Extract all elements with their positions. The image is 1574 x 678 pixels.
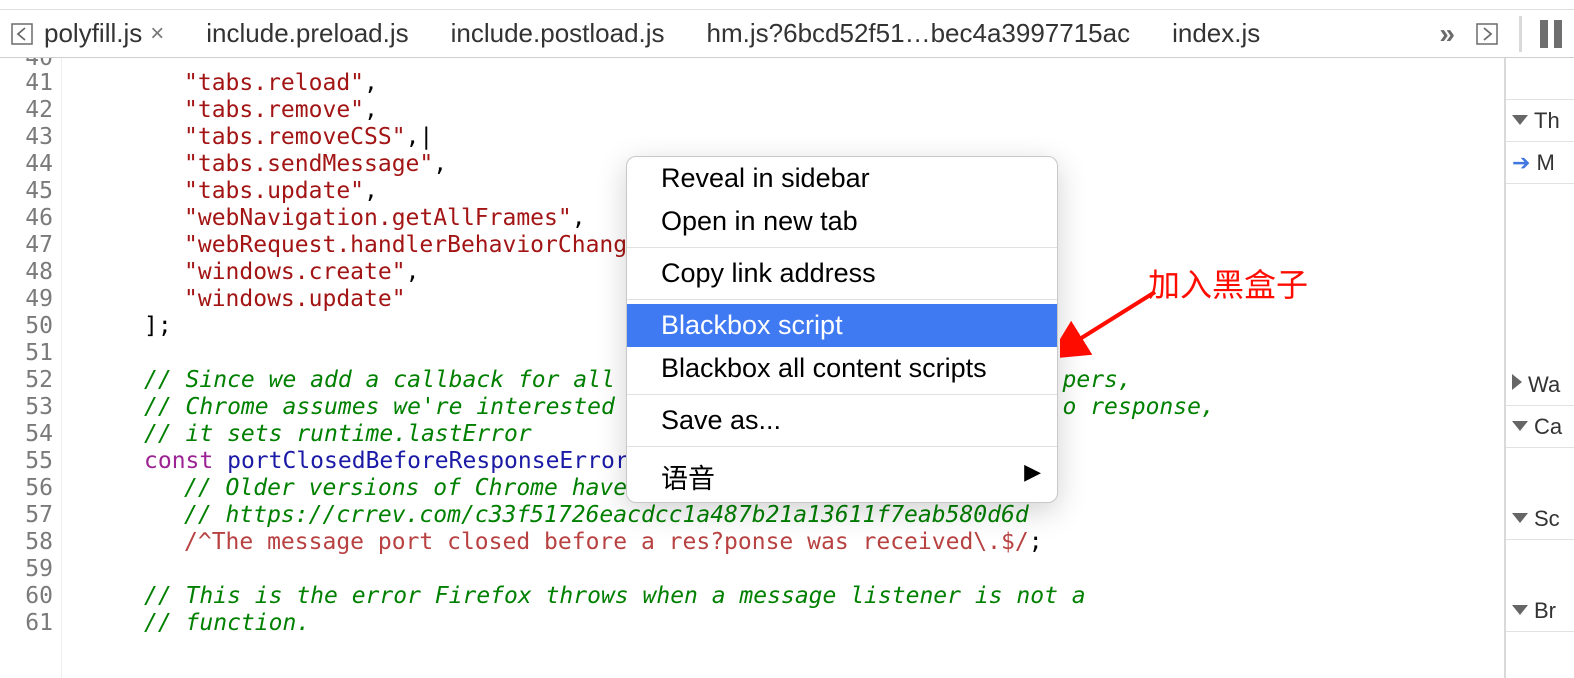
- callstack-pane[interactable]: Ca: [1506, 406, 1574, 448]
- context-menu-item[interactable]: 语音▶: [627, 451, 1057, 502]
- devtools-tabs: Network Performance Memory Application S…: [0, 0, 1574, 10]
- more-tabs-icon[interactable]: »: [1439, 18, 1455, 50]
- context-menu-item[interactable]: Reveal in sidebar: [627, 157, 1057, 200]
- scope-pane[interactable]: Sc: [1506, 498, 1574, 540]
- breakpoints-pane[interactable]: Br: [1506, 590, 1574, 632]
- file-tab-label: hm.js?6bcd52f51…bec4a3997715ac: [707, 18, 1131, 49]
- line-gutter: 4041424344454647484950515253545556575859…: [0, 58, 62, 678]
- context-menu: Reveal in sidebarOpen in new tab Copy lin…: [626, 156, 1058, 503]
- watch-pane[interactable]: Wa: [1506, 364, 1574, 406]
- close-icon[interactable]: ×: [150, 20, 164, 48]
- thread-item[interactable]: ➔M: [1506, 142, 1574, 184]
- file-tab-label: include.postload.js: [451, 18, 665, 49]
- nav-prev-icon[interactable]: [8, 20, 36, 48]
- file-tab-label: include.preload.js: [206, 18, 408, 49]
- file-tab-hm-js[interactable]: hm.js?6bcd52f51…bec4a3997715ac: [707, 18, 1131, 49]
- context-menu-item[interactable]: Copy link address: [627, 252, 1057, 295]
- context-menu-item[interactable]: Blackbox script: [627, 304, 1057, 347]
- file-tab-polyfill[interactable]: polyfill.js ×: [44, 18, 164, 49]
- debugger-side-panel: Th ➔M Wa Ca Sc Br: [1506, 58, 1574, 678]
- context-menu-item[interactable]: Save as...: [627, 399, 1057, 442]
- file-tab-include-postload[interactable]: include.postload.js: [451, 18, 665, 49]
- nav-next-icon[interactable]: [1473, 20, 1501, 48]
- file-tab-include-preload[interactable]: include.preload.js: [206, 18, 408, 49]
- file-tab-index-js[interactable]: index.js: [1172, 18, 1260, 49]
- pause-icon[interactable]: [1540, 20, 1562, 48]
- annotation-text: 加入黑盒子: [1148, 260, 1308, 306]
- debugger-toolbar: [1506, 58, 1574, 100]
- file-tab-label: index.js: [1172, 18, 1260, 49]
- context-menu-item[interactable]: Blackbox all content scripts: [627, 347, 1057, 390]
- context-menu-item[interactable]: Open in new tab: [627, 200, 1057, 243]
- annotation-arrow-icon: [1060, 282, 1170, 372]
- file-tab-bar: polyfill.js × include.preload.js include…: [0, 10, 1574, 58]
- threads-pane[interactable]: Th: [1506, 100, 1574, 142]
- file-tab-label: polyfill.js: [44, 18, 142, 49]
